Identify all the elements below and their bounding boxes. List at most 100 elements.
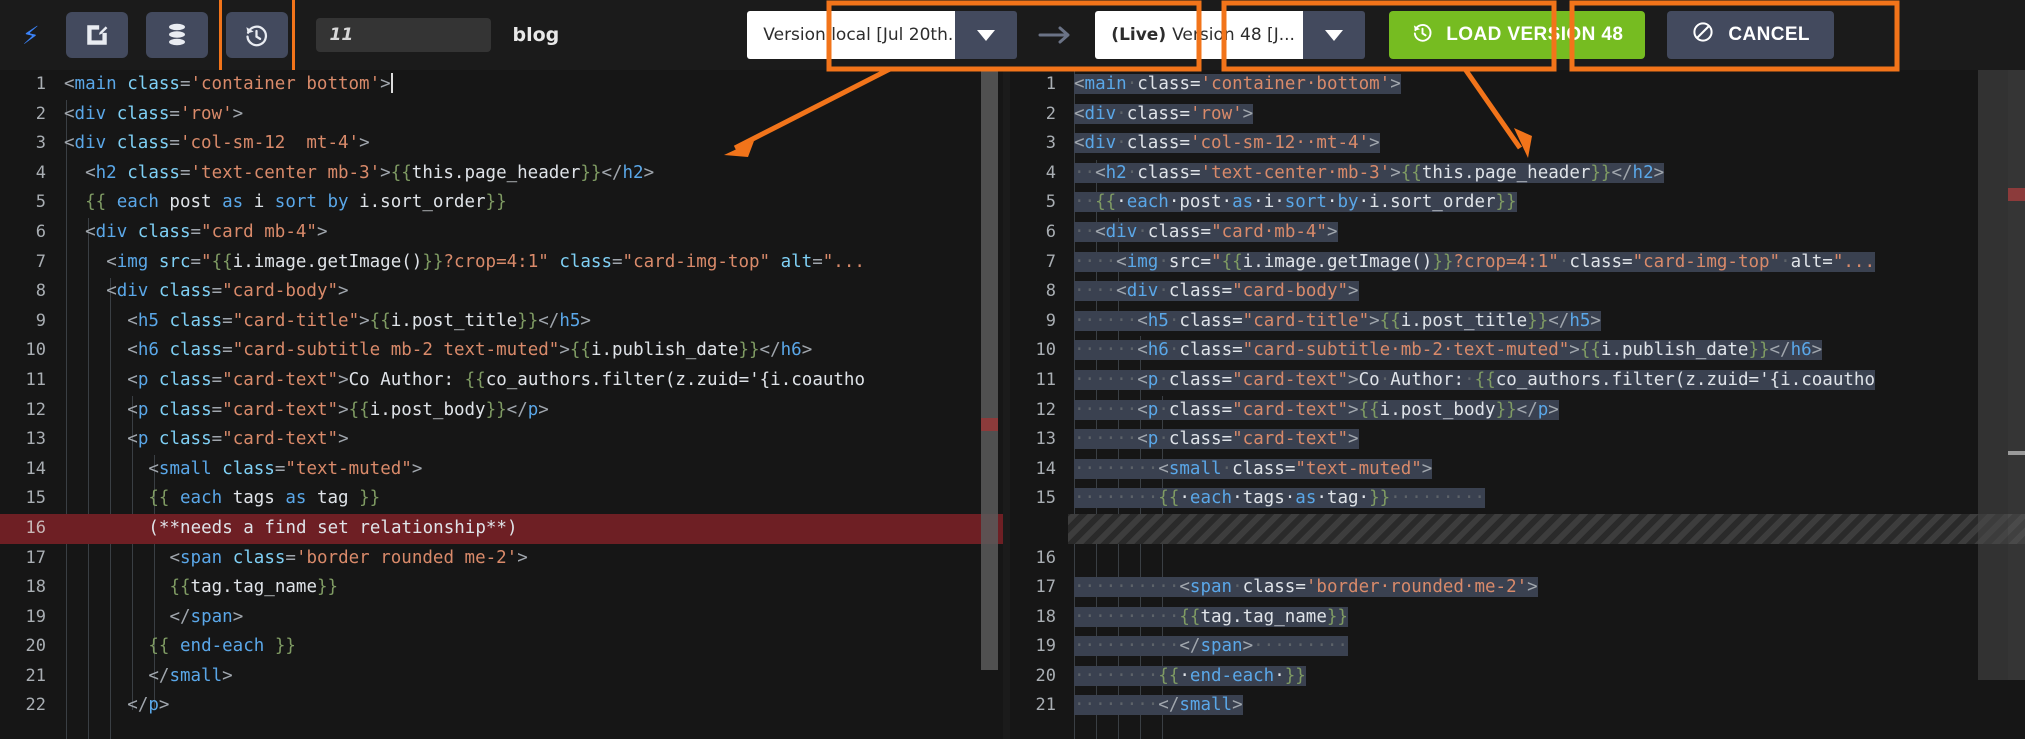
code-line[interactable]: 14 ········<small·class="text-muted">: [1010, 455, 2025, 485]
target-version-caret-button[interactable]: [1303, 11, 1366, 59]
code-line-text: ··<div·class="card·mb-4">: [1074, 221, 1338, 242]
code-line[interactable]: 10 <h6 class="card-subtitle mb-2 text-mu…: [0, 336, 1003, 366]
code-line-text: ······<h6·class="card-subtitle·mb-2·text…: [1074, 340, 1823, 361]
code-line[interactable]: 7 ····<img·src="{{i.image.getImage()}}?cr…: [1010, 248, 2025, 278]
target-version-select[interactable]: (Live) Version 48 [J...: [1095, 11, 1304, 59]
code-lines-left: 1 <main class='container bottom'> 2 <div cl…: [0, 70, 1003, 721]
code-line[interactable]: 6 ··<div·class="card·mb-4">: [1010, 218, 2025, 248]
code-line[interactable]: 15 {{ each tags as tag }}: [0, 484, 1003, 514]
code-line[interactable]: 5 {{ each post as i sort by i.sort_order…: [0, 188, 1003, 218]
code-line[interactable]: 1 <main·class='container·bottom'>: [1010, 70, 2025, 100]
code-line[interactable]: 6 <div class="card mb-4">: [0, 218, 1003, 248]
code-line[interactable]: 3 <div·class='col-sm-12··mt-4'>: [1010, 129, 2025, 159]
code-line[interactable]: 11 ······<p·class="card-text">Co·Author:·…: [1010, 366, 2025, 396]
code-line[interactable]: 2 <div class='row'>: [0, 100, 1003, 130]
code-line[interactable]: 3 <div class='col-sm-12 mt-4'>: [0, 129, 1003, 159]
line-number: 22: [25, 695, 46, 716]
code-line[interactable]: 8 <div class="card-body">: [0, 277, 1003, 307]
version-number-input[interactable]: [315, 18, 491, 52]
code-line[interactable]: 12 <p class="card-text">{{i.post_body}}<…: [0, 396, 1003, 426]
line-number: 8: [1045, 281, 1056, 302]
code-line[interactable]: 22 </p>: [0, 691, 1003, 721]
line-number: 3: [35, 133, 46, 154]
history-revert-icon: [1411, 21, 1434, 50]
line-number: 12: [1035, 399, 1056, 420]
right-editor-scrollbar[interactable]: [2008, 70, 2025, 739]
code-line-text: {{ each post as i sort by i.sort_order}}: [85, 192, 507, 213]
code-line[interactable]: 4 <h2 class='text-center mb-3'>{{this.pa…: [0, 159, 1003, 189]
top-toolbar: ⚡ 11 blog Version local [Jul 20th... (Li…: [0, 0, 2025, 77]
code-line[interactable]: 11 <p class="card-text">Co Author: {{co_…: [0, 366, 1003, 396]
code-line-text: <p class="card-text">: [127, 429, 349, 450]
code-line[interactable]: 8 ····<div·class="card-body">: [1010, 277, 2025, 307]
code-line-text: <h5 class="card-title">{{i.post_title}}<…: [127, 310, 591, 331]
code-line[interactable]: 20 ········{{·end-each·}}: [1010, 662, 2025, 692]
line-number: 8: [35, 281, 46, 302]
code-line[interactable]: 21 ········</small>: [1010, 691, 2025, 721]
live-version-editor[interactable]: 1 <main·class='container·bottom'> 2 <div·cl…: [1010, 70, 2025, 739]
cancel-button[interactable]: CANCEL: [1667, 11, 1834, 59]
code-line-removed[interactable]: 16 (**needs a find set relationship**): [0, 513, 1003, 544]
code-line[interactable]: 13 ······<p·class="card-text">: [1010, 425, 2025, 455]
line-number: 19: [25, 606, 46, 627]
history-button-wrapper: [218, 0, 295, 77]
load-version-button[interactable]: LOAD VERSION 48: [1389, 11, 1646, 59]
line-number: 15: [25, 488, 46, 509]
code-line[interactable]: 17 ··········<span·class='border·rounded·…: [1010, 573, 2025, 603]
code-line[interactable]: 9 ······<h5·class="card-title">{{i.post_t…: [1010, 307, 2025, 337]
left-scrollbar-thumb[interactable]: [981, 70, 998, 670]
line-number: 11: [25, 369, 46, 390]
source-version-select-group: Version local [Jul 20th...: [747, 11, 1018, 59]
line-number: 16: [1035, 547, 1056, 568]
source-version-select[interactable]: Version local [Jul 20th...: [747, 11, 964, 59]
code-line[interactable]: 16: [1010, 544, 2025, 574]
code-line[interactable]: 9 <h5 class="card-title">{{i.post_title}…: [0, 307, 1003, 337]
code-line-text: ········<small·class="text-muted">: [1074, 458, 1433, 479]
code-line[interactable]: 2 <div·class='row'>: [1010, 100, 2025, 130]
code-line[interactable]: 17 <span class='border rounded me-2'>: [0, 544, 1003, 574]
code-line-text: <div class="card-body">: [106, 281, 349, 302]
code-line[interactable]: 19 </span>: [0, 603, 1003, 633]
code-line-text: ····<img·src="{{i.image.getImage()}}?cro…: [1074, 251, 1875, 272]
right-editor-minimap-slab[interactable]: [1978, 70, 2008, 680]
editor-divider: [1003, 70, 1010, 739]
code-line-text: ··········</span>·········: [1074, 636, 1348, 657]
code-line[interactable]: 18 {{tag.tag_name}}: [0, 573, 1003, 603]
code-line[interactable]: 14 <small class="text-muted">: [0, 455, 1003, 485]
code-line[interactable]: 4 ··<h2·class='text-center·mb-3'>{{this.p…: [1010, 159, 2025, 189]
source-version-caret-button[interactable]: [955, 11, 1018, 59]
left-editor-scrollbar[interactable]: [981, 70, 998, 739]
line-number: 14: [25, 458, 46, 479]
code-line[interactable]: 10 ······<h6·class="card-subtitle·mb-2·te…: [1010, 336, 2025, 366]
database-button[interactable]: [145, 12, 208, 58]
history-button[interactable]: [225, 12, 288, 58]
code-line[interactable]: 5 ··{{·each·post·as·i·sort·by·i.sort_orde…: [1010, 188, 2025, 218]
line-number: 13: [25, 429, 46, 450]
code-line[interactable]: 20 {{ end-each }}: [0, 632, 1003, 662]
edit-square-pencil-button[interactable]: [65, 12, 128, 58]
code-line-text: <div·class='col-sm-12··mt-4'>: [1074, 133, 1380, 154]
line-number: 17: [1035, 577, 1056, 598]
code-line[interactable]: 19 ··········</span>·········: [1010, 632, 2025, 662]
code-line[interactable]: 15 ········{{·each·tags·as·tag·}}········…: [1010, 484, 2025, 514]
line-number: 18: [1035, 606, 1056, 627]
right-scrollbar-thumb[interactable]: [2008, 70, 2025, 680]
code-line[interactable]: 7 <img src="{{i.image.getImage()}}?crop=…: [0, 248, 1003, 278]
ban-circle-slash-icon: [1691, 20, 1715, 50]
code-line-text: <img src="{{i.image.getImage()}}?crop=4:…: [106, 251, 865, 272]
code-line[interactable]: 12 ······<p·class="card-text">{{i.post_bo…: [1010, 396, 2025, 426]
line-number: 7: [1045, 251, 1056, 272]
line-number: 5: [1045, 192, 1056, 213]
line-number: 1: [1045, 74, 1056, 94]
code-line[interactable]: 1 <main class='container bottom'>: [0, 70, 1003, 100]
version-compare-screen: ⚡ 11 blog Version local [Jul 20th... (Li…: [0, 0, 2025, 739]
code-line-text: ······<p·class="card-text">{{i.post_body…: [1074, 399, 1559, 420]
code-line[interactable]: 18 ··········{{tag.tag_name}}: [1010, 603, 2025, 633]
code-line[interactable]: 21 </small>: [0, 662, 1003, 692]
diff-gap-hatch: [1068, 513, 2025, 544]
code-line-text: ······<p·class="card-text">Co·Author:·{{…: [1074, 369, 1875, 390]
line-number: 13: [1035, 429, 1056, 450]
right-scrollbar-diff-marker: [2008, 188, 2025, 201]
code-line[interactable]: 13 <p class="card-text">: [0, 425, 1003, 455]
local-version-editor[interactable]: 1 <main class='container bottom'> 2 <div cl…: [0, 70, 1003, 739]
